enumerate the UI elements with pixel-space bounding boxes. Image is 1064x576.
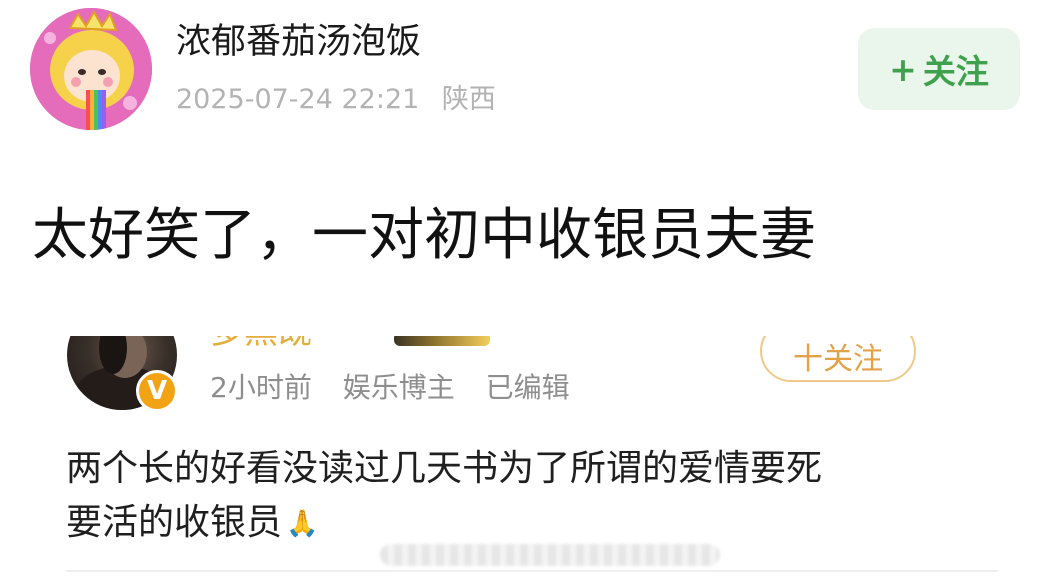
embedded-screenshot[interactable]: V 多黑既 十关注 2小时前 娱乐博主 已编辑 两个长的好看没读过几天书为了所谓… bbox=[0, 336, 1064, 576]
plus-icon: + bbox=[889, 49, 917, 89]
post-location: 陕西 bbox=[441, 84, 496, 115]
post-datetime: 2025-07-24 22:21 bbox=[176, 84, 420, 115]
post-meta: 2025-07-24 22:21 陕西 bbox=[176, 82, 510, 118]
embedded-role: 娱乐博主 bbox=[342, 371, 455, 404]
embedded-edited: 已编辑 bbox=[485, 371, 570, 404]
verified-badge-icon: V bbox=[136, 370, 178, 412]
cartoon-avatar-icon bbox=[30, 8, 152, 130]
embedded-author-name: 多黑既 bbox=[210, 336, 312, 352]
post-text: 太好笑了，一对初中收银员夫妻 bbox=[32, 203, 816, 268]
divider bbox=[66, 570, 998, 572]
embedded-meta: 2小时前 娱乐博主 已编辑 bbox=[210, 368, 592, 408]
blurred-image-strip bbox=[380, 544, 720, 566]
embedded-time: 2小时前 bbox=[210, 371, 312, 404]
pray-hands-icon: 🙏 bbox=[286, 509, 319, 539]
embedded-text-line-2-text: 要活的收银员 bbox=[66, 502, 283, 543]
follow-label: 关注 bbox=[922, 52, 989, 91]
post-header: 浓郁番茄汤泡饭 2025-07-24 22:21 陕西 + 关注 bbox=[0, 0, 1064, 150]
embedded-text-line-1: 两个长的好看没读过几天书为了所谓的爱情要死 bbox=[66, 448, 823, 489]
level-badge-icon bbox=[394, 336, 490, 346]
author-name[interactable]: 浓郁番茄汤泡饭 bbox=[176, 20, 421, 64]
follow-button[interactable]: + 关注 bbox=[858, 28, 1020, 110]
author-avatar[interactable] bbox=[30, 8, 152, 130]
embedded-post-text: 两个长的好看没读过几天书为了所谓的爱情要死 要活的收银员 🙏 bbox=[66, 442, 1006, 551]
embedded-follow-button: 十关注 bbox=[760, 336, 916, 382]
embedded-text-line-2: 要活的收银员 🙏 bbox=[66, 496, 1006, 551]
